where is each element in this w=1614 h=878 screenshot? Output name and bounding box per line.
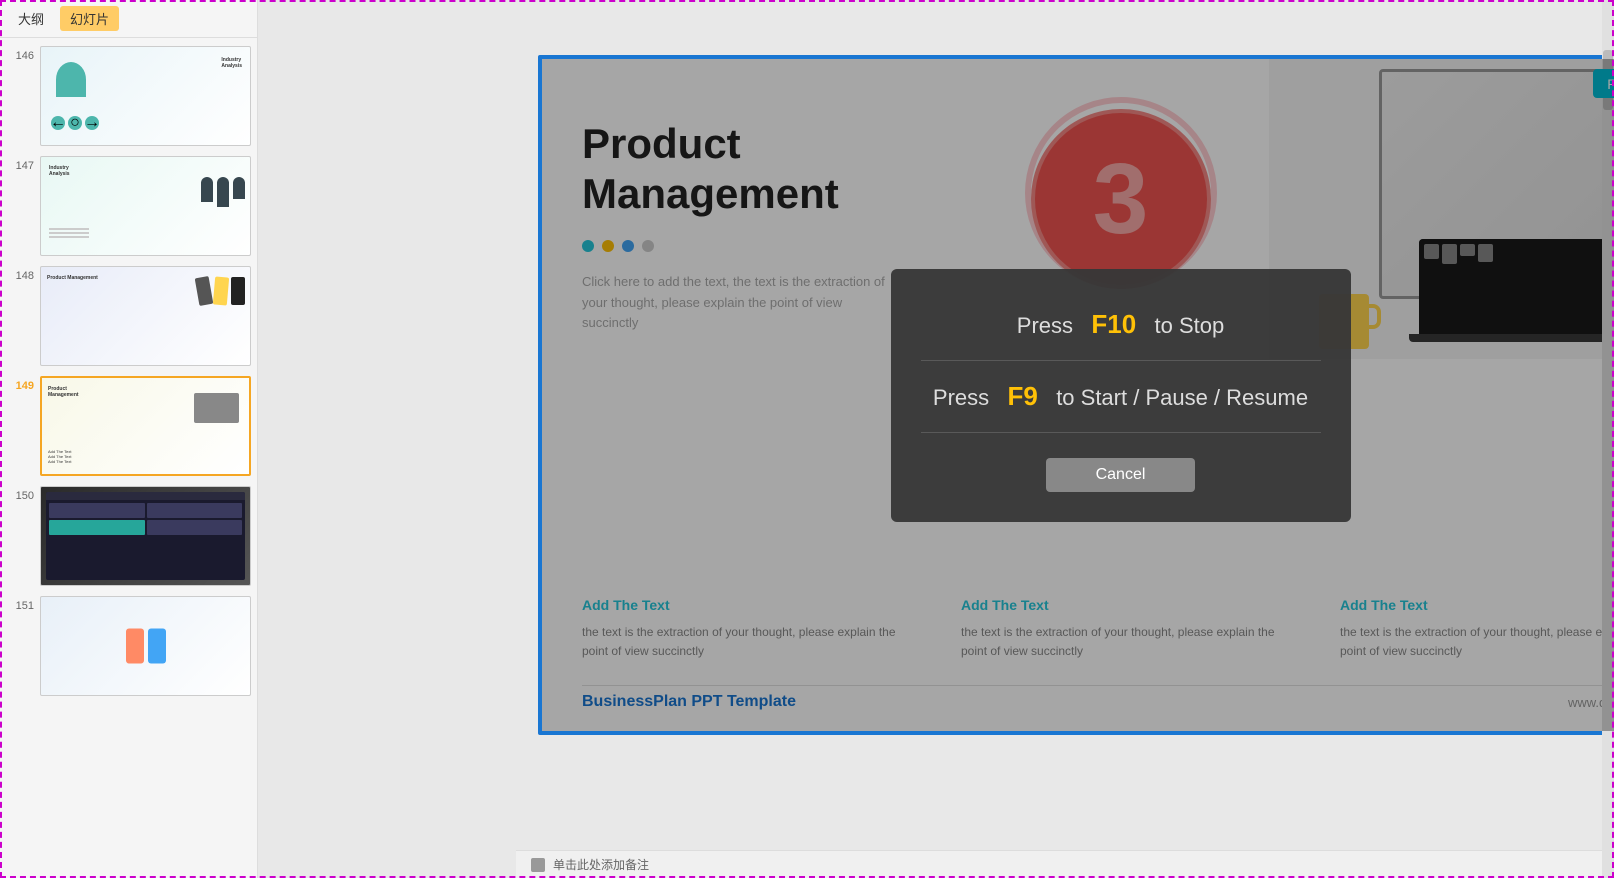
slide-thumb-149: ProductManagement Add The Text Add The T… [40,376,251,476]
tab-slides[interactable]: 幻灯片 [60,6,119,31]
t150-web-mock [46,492,245,580]
t149-label: ProductManagement [48,386,79,398]
t146-btn1: ← [51,116,65,130]
t151-phone2 [148,629,166,664]
t147-lines [49,228,89,240]
annotation-text: 单击此处添加备注 [553,856,649,873]
t148-phone3 [231,277,245,305]
t147-fig2 [217,177,229,207]
slide-number-150: 150 [6,486,34,502]
t151-phones [126,629,166,664]
t147-label: IndustryAnalysis [49,165,70,177]
modal-to-resume: to Start / Pause / Resume [1056,385,1308,410]
t147-figures [201,177,245,207]
t150-content [46,500,245,538]
modal-overlay: Press F10 to Stop Press F9 to Start / Pa… [542,59,1614,731]
slide-thumb-151 [40,596,251,696]
slide-item-146[interactable]: 146 IndustryAnalysis ← ○ → [6,46,251,146]
t150-block4 [147,520,243,535]
t147-line2 [49,232,89,234]
slide-item-148[interactable]: 148 Product Management [6,266,251,366]
slide-item-151[interactable]: 151 [6,596,251,696]
t147-fig3 [233,177,245,199]
t146-tree-icon [56,62,86,97]
t150-block2 [147,503,243,518]
t149-monitor [194,393,239,423]
t146-btn2: ○ [68,116,82,130]
slide-number-148: 148 [6,266,34,282]
modal-press-label-2: Press [933,385,989,410]
modal-press-label-1: Press [1017,313,1073,338]
t146-label: IndustryAnalysis [221,57,242,69]
slides-list: 146 IndustryAnalysis ← ○ → 147 IndustryA… [0,38,257,878]
modal-f10-key: F10 [1091,309,1136,339]
slide-thumb-148: Product Management [40,266,251,366]
t151-phone1 [126,629,144,664]
slide-item-150[interactable]: 150 [6,486,251,586]
t148-label: Product Management [47,275,98,281]
slide-thumb-150 [40,486,251,586]
t146-btn3: → [85,116,99,130]
tab-outline[interactable]: 大纲 [8,6,54,31]
modal-to-stop: to Stop [1155,313,1225,338]
t147-fig1 [201,177,213,202]
t147-line3 [49,236,89,238]
slide-number-146: 146 [6,46,34,62]
t149-stats: Add The Text Add The Text Add The Text [48,449,71,464]
bottom-bar: 单击此处添加备注 [516,850,1614,878]
t146-buttons: ← ○ → [51,116,99,130]
t149-stat3: Add The Text [48,459,71,464]
modal-row-stop: Press F10 to Stop [921,309,1321,340]
slide-number-149: 149 [6,376,34,392]
slide-thumb-147: IndustryAnalysis [40,156,251,256]
annotation-icon [531,858,545,872]
slide-item-149[interactable]: 149 ProductManagement Add The Text Add T… [6,376,251,476]
modal-row-resume: Press F9 to Start / Pause / Resume [921,381,1321,412]
modal-cancel-button[interactable]: Cancel [1046,458,1196,492]
modal-f9-key: F9 [1008,381,1038,411]
t150-block3 [49,520,145,535]
t148-phones [197,277,245,305]
slide-frame: Page 149 Product Management Click here t… [538,55,1614,735]
t148-phone2 [213,276,229,305]
modal-box: Press F10 to Stop Press F9 to Start / Pa… [891,269,1351,522]
t147-line1 [49,228,89,230]
slide-item-147[interactable]: 147 IndustryAnalysis [6,156,251,256]
main-area: Page 149 Product Management Click here t… [258,0,1614,878]
t150-block1 [49,503,145,518]
modal-divider-2 [921,432,1321,433]
slide-number-151: 151 [6,596,34,612]
sidebar: 大纲 幻灯片 146 IndustryAnalysis ← ○ → 147 [0,0,258,878]
t148-phone1 [195,276,214,306]
t150-browser-bar [46,492,245,500]
slide-thumb-146: IndustryAnalysis ← ○ → [40,46,251,146]
slide-number-147: 147 [6,156,34,172]
modal-divider-1 [921,360,1321,361]
sidebar-tabs: 大纲 幻灯片 [0,0,257,38]
